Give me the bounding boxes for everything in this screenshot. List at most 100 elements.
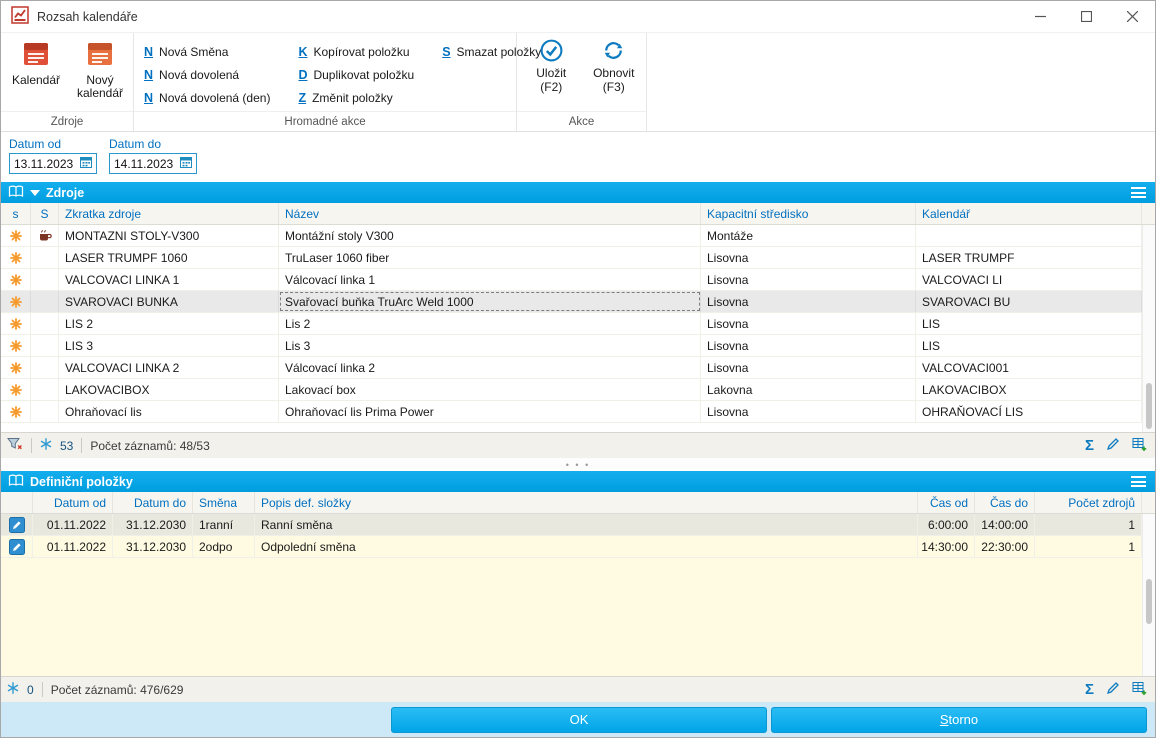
sum-icon[interactable]: Σ [1085,682,1094,697]
cell-S [31,335,59,356]
table-row[interactable]: LAKOVACIBOX Lakovací box Lakovna LAKOVAC… [1,379,1142,401]
panel-splitter[interactable]: • • • [1,458,1155,471]
vertical-scrollbar[interactable] [1142,514,1155,676]
row-edit-icon[interactable] [1,536,33,557]
column-header-datum-do[interactable]: Datum do [113,492,193,513]
table-row[interactable]: MONTAZNI STOLY-V300 Montážní stoly V300 … [1,225,1142,247]
cell-zkratka: VALCOVACI LINKA 1 [59,269,279,290]
row-edit-icon[interactable] [1,514,33,535]
cell-datum-od: 01.11.2022 [33,536,113,557]
datum-od-label: Datum od [9,137,97,151]
collapse-chevron-icon[interactable] [30,186,40,200]
filter-icon[interactable] [7,437,23,454]
duplikovat-polozku-button[interactable]: D Duplikovat položku [296,63,416,86]
book-icon [8,474,24,490]
ribbon-group-label-zdroje: Zdroje [1,111,133,131]
column-header-S[interactable]: S [31,203,59,224]
cell-cas-do: 14:00:00 [975,514,1035,535]
ok-button[interactable]: OK [391,707,767,733]
grid-menu-icon[interactable] [1131,185,1146,201]
table-row[interactable]: VALCOVACI LINKA 2 Válcovací linka 2 Liso… [1,357,1142,379]
table-row-selected[interactable]: SVAROVACI BUNKA Svařovací buňka TruArc W… [1,291,1142,313]
storno-button-label: Storno [940,712,978,727]
table-row[interactable]: 01.11.2022 31.12.2030 2odpo Odpolední sm… [1,536,1142,558]
kopirovat-polozku-button[interactable]: K Kopírovat položku [296,40,416,63]
nova-smena-label: Nová Směna [159,45,228,59]
nova-dovolena-den-button[interactable]: N Nová dovolená (den) [142,86,272,109]
edit-pencil-icon[interactable] [1106,681,1120,698]
column-header-zkratka[interactable]: Zkratka zdroje [59,203,279,224]
asterisk-icon [1,247,31,268]
table-row[interactable]: LASER TRUMPF 1060 TruLaser 1060 fiber Li… [1,247,1142,269]
sum-icon[interactable]: Σ [1085,438,1094,453]
column-header-edit[interactable] [1,492,33,513]
table-row[interactable]: Ohraňovací lis Ohraňovací lis Prima Powe… [1,401,1142,423]
datepicker-icon[interactable] [179,155,193,172]
cell-pocet-zdroju: 1 [1035,536,1142,557]
asterisk-icon [1,335,31,356]
close-button[interactable] [1109,1,1155,32]
ulozit-label: Uložit [536,67,566,80]
column-header-cas-do[interactable]: Čas do [975,492,1035,513]
column-header-stredisko[interactable]: Kapacitní středisko [701,203,916,224]
obnovit-shortcut: (F3) [603,81,625,94]
column-header-smena[interactable]: Směna [193,492,255,513]
column-header-s[interactable]: s [1,203,31,224]
cell-nazev: Ohraňovací lis Prima Power [279,401,701,422]
record-count: Počet záznamů: 48/53 [90,439,209,453]
cell-stredisko: Lisovna [701,357,916,378]
asterisk-icon [1,291,31,312]
cell-nazev: TruLaser 1060 fiber [279,247,701,268]
datum-do-input[interactable] [109,153,197,174]
column-header-kalendar[interactable]: Kalendář [916,203,1142,224]
column-header-cas-od[interactable]: Čas od [918,492,975,513]
accelerator-letter: N [144,68,153,82]
column-header-popis[interactable]: Popis def. složky [255,492,918,513]
nova-smena-button[interactable]: N Nová Směna [142,40,272,63]
table-row[interactable]: LIS 3 Lis 3 Lisovna LIS [1,335,1142,357]
ok-button-label: OK [570,712,589,727]
column-header-nazev[interactable]: Název [279,203,701,224]
definicni-grid-footer: 0 Počet záznamů: 476/629 Σ [1,676,1155,702]
obnovit-button[interactable]: Obnovit (F3) [590,36,639,111]
minimize-button[interactable] [1017,1,1063,32]
table-row-current[interactable]: 01.11.2022 31.12.2030 1ranní Ranní směna… [1,514,1142,536]
table-add-icon[interactable] [1132,437,1147,455]
scrollbar-thumb[interactable] [1146,383,1152,429]
zmenit-polozky-label: Změnit položky [312,91,393,105]
obnovit-label: Obnovit [593,67,634,80]
app-icon [11,6,29,27]
ribbon-group-zdroje: Kalendář Nový kalendář Zdroje [1,33,134,131]
definicni-column-headers: Datum od Datum do Směna Popis def. složk… [1,492,1155,514]
edit-pencil-icon[interactable] [1106,437,1120,454]
grid-menu-icon[interactable] [1131,474,1146,490]
vertical-scrollbar[interactable] [1142,225,1155,432]
datum-od-value[interactable] [14,157,76,171]
scrollbar-thumb[interactable] [1146,579,1152,624]
datum-od-input[interactable] [9,153,97,174]
dialog-button-bar: OK Storno [1,702,1155,737]
column-header-pocet-zdroju[interactable]: Počet zdrojů [1035,492,1142,513]
table-row[interactable]: VALCOVACI LINKA 1 Válcovací linka 1 Liso… [1,269,1142,291]
storno-button[interactable]: Storno [771,707,1147,733]
kalendar-button[interactable]: Kalendář [7,37,65,111]
table-row[interactable]: LIS 2 Lis 2 Lisovna LIS [1,313,1142,335]
snowflake-icon[interactable] [40,438,52,453]
nova-dovolena-button[interactable]: N Nová dovolená [142,63,272,86]
maximize-button[interactable] [1063,1,1109,32]
snowflake-icon[interactable] [7,682,19,697]
datum-do-value[interactable] [114,157,176,171]
cell-stredisko: Montáže [701,225,916,246]
ribbon: Kalendář Nový kalendář Zdroje N Nová Smě… [1,33,1155,132]
table-add-icon[interactable] [1132,681,1147,699]
cell-nazev: Lis 2 [279,313,701,334]
cell-S [31,401,59,422]
asterisk-icon [1,269,31,290]
cell-zkratka: LAKOVACIBOX [59,379,279,400]
datepicker-icon[interactable] [79,155,93,172]
zdroje-column-headers: s S Zkratka zdroje Název Kapacitní střed… [1,203,1155,225]
column-header-datum-od[interactable]: Datum od [33,492,113,513]
zmenit-polozky-button[interactable]: Z Změnit položky [296,86,416,109]
ulozit-button[interactable]: Uložit (F2) [527,36,576,111]
novy-kalendar-button[interactable]: Nový kalendář [71,37,129,111]
